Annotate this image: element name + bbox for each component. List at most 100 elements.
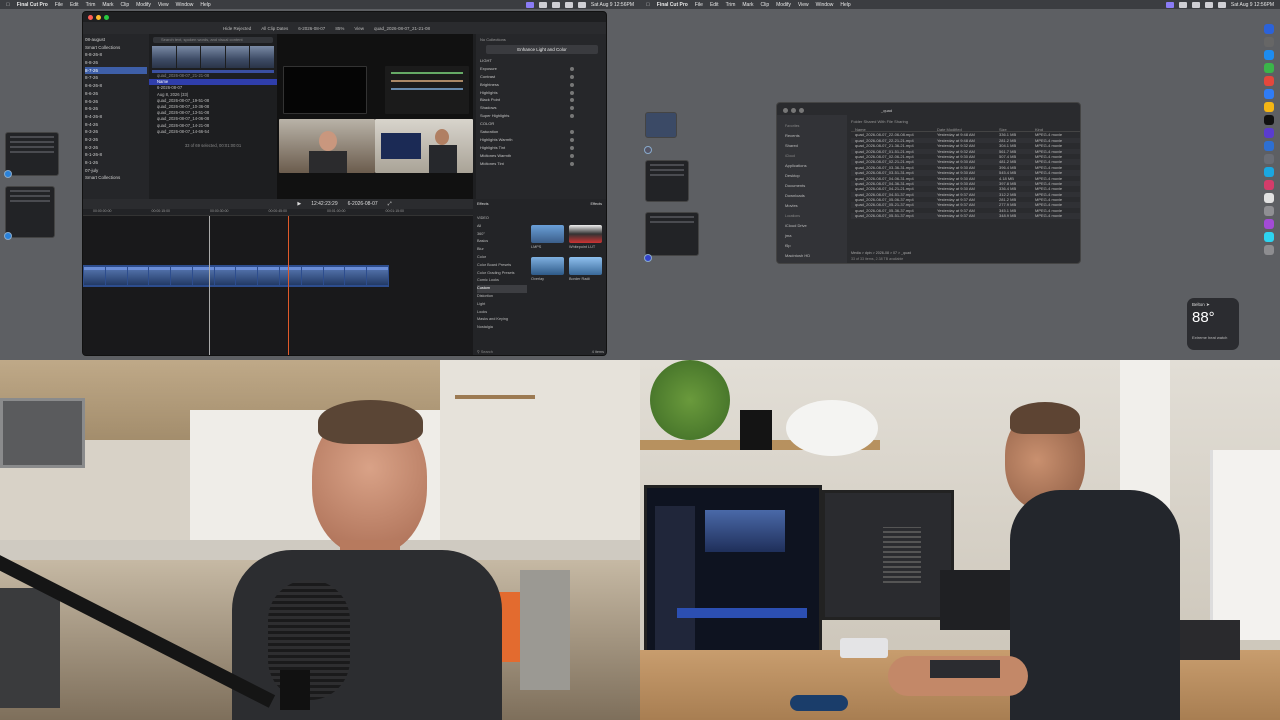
bluetooth-icon[interactable] — [538, 1, 547, 8]
library-item[interactable]: 8-5-26 — [85, 98, 147, 106]
zoom-icon[interactable] — [799, 108, 804, 113]
menu-modify[interactable]: Modify — [136, 2, 151, 8]
primary-storyline[interactable] — [83, 265, 389, 287]
mail-icon[interactable] — [1264, 89, 1274, 99]
window-thumbnail[interactable] — [645, 112, 677, 138]
menu-trim[interactable]: Trim — [726, 2, 736, 8]
chrome-icon[interactable] — [1264, 76, 1274, 86]
library-item[interactable]: 8-5-26 — [85, 105, 147, 113]
menu-edit[interactable]: Edit — [70, 2, 79, 8]
effects-category[interactable]: Color Board Presets — [477, 262, 527, 270]
messages-icon[interactable] — [1264, 63, 1274, 73]
control-center-icon[interactable] — [577, 1, 586, 8]
clip-date-filter[interactable]: All Clip Dates — [261, 26, 288, 31]
keyframe-icon[interactable] — [570, 98, 574, 103]
menu-file[interactable]: File — [55, 2, 63, 8]
library-item[interactable]: 8-4-26 — [85, 121, 147, 129]
effect-thumb[interactable] — [569, 225, 602, 243]
keyframe-icon[interactable] — [570, 106, 574, 111]
window-thumbnail[interactable] — [645, 160, 689, 202]
viewer-view-menu[interactable]: View — [354, 26, 364, 31]
keyframe-icon[interactable] — [570, 114, 574, 119]
screen-record-icon[interactable] — [1165, 1, 1174, 8]
library-item-selected[interactable]: 8-7-26 — [85, 66, 147, 75]
keyframe-icon[interactable] — [570, 90, 574, 95]
finder-sidebar-item[interactable]: Macintosh HD — [785, 251, 839, 261]
playhead[interactable] — [288, 216, 289, 355]
column-size[interactable]: Size — [999, 127, 1035, 131]
effect-thumb[interactable] — [569, 257, 602, 275]
battery-icon[interactable] — [564, 1, 573, 8]
library-item[interactable]: Smart Collections — [85, 174, 147, 182]
menu-mark[interactable]: Mark — [102, 2, 113, 8]
effects-category[interactable]: 360° — [477, 231, 527, 239]
clip-filmstrip[interactable] — [152, 46, 274, 68]
apple-icon[interactable]:  — [6, 2, 10, 8]
app-icon[interactable] — [1264, 167, 1274, 177]
finder-icon[interactable] — [1264, 24, 1274, 34]
library-item[interactable]: 8-3-26 — [85, 128, 147, 136]
library-item[interactable]: Smart Collections — [85, 44, 147, 52]
effects-category[interactable]: Color Grading Presets — [477, 270, 527, 278]
menu-file[interactable]: File — [695, 2, 703, 8]
library-item[interactable]: 07-july — [85, 167, 147, 175]
menu-clock[interactable]: Sat Aug 9 12:56PM — [591, 2, 634, 8]
effects-category[interactable]: Blur — [477, 246, 527, 254]
effects-category[interactable]: VIDEO — [477, 215, 527, 223]
hide-rejected-filter[interactable]: Hide Rejected — [223, 26, 251, 31]
finder-sidebar-item[interactable]: f5p — [785, 241, 839, 251]
menu-window[interactable]: Window — [816, 2, 834, 8]
keyframe-icon[interactable] — [570, 130, 574, 135]
column-date[interactable]: Date Modified — [937, 127, 999, 131]
skimmer[interactable] — [209, 216, 210, 355]
apple-icon[interactable]:  — [646, 2, 650, 8]
effects-category[interactable]: Basics — [477, 238, 527, 246]
effects-category[interactable]: Color — [477, 254, 527, 262]
browser-search-input[interactable]: Search text, spoken words, and visual co… — [153, 37, 273, 43]
window-thumbnail[interactable] — [5, 186, 55, 238]
keyframe-icon[interactable] — [570, 153, 574, 158]
window-thumbnail[interactable] — [5, 132, 59, 176]
settings-icon[interactable] — [1264, 154, 1274, 164]
battery-icon[interactable] — [1204, 1, 1213, 8]
keyframe-icon[interactable] — [570, 74, 574, 79]
minimize-icon[interactable] — [96, 15, 101, 20]
menu-app-name[interactable]: Final Cut Pro — [17, 2, 48, 8]
menu-view[interactable]: View — [158, 2, 169, 8]
menu-modify[interactable]: Modify — [776, 2, 791, 8]
effects-category[interactable]: Masks and Keying — [477, 316, 527, 324]
menu-clip[interactable]: Clip — [121, 2, 130, 8]
control-center-icon[interactable] — [1217, 1, 1226, 8]
close-icon[interactable] — [783, 108, 788, 113]
effect-thumb[interactable] — [531, 225, 564, 243]
keyframe-icon[interactable] — [570, 66, 574, 71]
library-item[interactable]: 8-2-26 — [85, 144, 147, 152]
menu-edit[interactable]: Edit — [710, 2, 719, 8]
effects-category-selected[interactable]: Custom — [477, 285, 527, 293]
finder-sidebar-item[interactable]: Desktop — [785, 171, 839, 181]
finder-sidebar-item[interactable]: jma — [785, 231, 839, 241]
window-thumbnail[interactable] — [645, 212, 699, 256]
podcasts-icon[interactable] — [1264, 219, 1274, 229]
finder-sidebar-item[interactable]: Downloads — [785, 191, 839, 201]
library-item[interactable]: 8-1-26-8 — [85, 151, 147, 159]
library-item[interactable]: 8-1-26 — [85, 159, 147, 167]
notes-icon[interactable] — [1264, 102, 1274, 112]
finder-sidebar-item[interactable]: Movies — [785, 201, 839, 211]
viewer-zoom[interactable]: 85% — [335, 26, 344, 31]
close-icon[interactable] — [88, 15, 93, 20]
timeline-ruler[interactable]: 00:00:00:00 00:00:15:00 00:00:30:00 00:0… — [83, 209, 473, 216]
menu-mark[interactable]: Mark — [742, 2, 753, 8]
timeline[interactable]: 00:00:00:00 00:00:15:00 00:00:30:00 00:0… — [83, 209, 473, 355]
column-kind[interactable]: Kind — [1035, 127, 1075, 131]
library-item[interactable]: 8-6-26 — [85, 90, 147, 98]
library-item[interactable]: 8-8-26-8 — [85, 51, 147, 59]
timecode-display[interactable]: 12:42:23:29 — [311, 201, 337, 207]
menu-trim[interactable]: Trim — [86, 2, 96, 8]
browser-clip-row[interactable]: quad_2026-08-07_14-66-54 — [149, 129, 277, 135]
library-item[interactable]: 8-4-26-8 — [85, 113, 147, 121]
menu-clip[interactable]: Clip — [761, 2, 770, 8]
menu-window[interactable]: Window — [176, 2, 194, 8]
menu-help[interactable]: Help — [840, 2, 850, 8]
library-item[interactable]: 8-2-26 — [85, 136, 147, 144]
